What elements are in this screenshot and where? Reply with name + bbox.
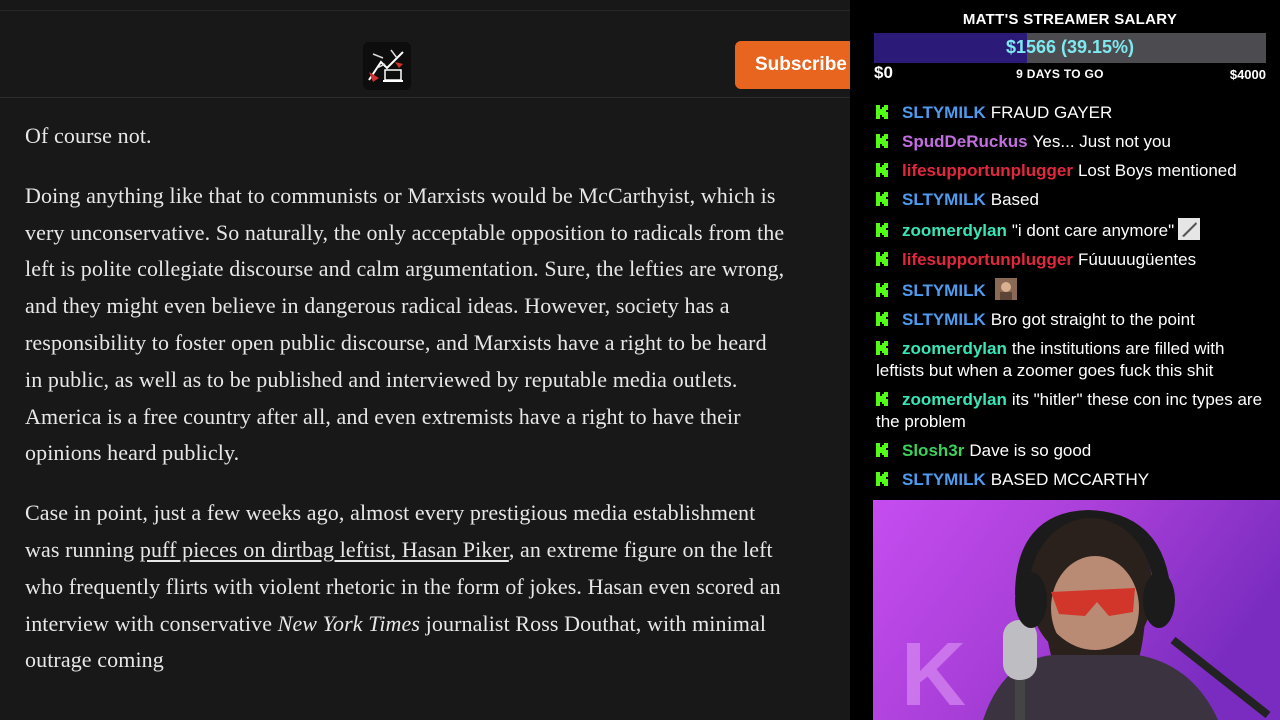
chat-message: SLTYMILK Based	[876, 189, 1274, 211]
stream-overlay: MATT'S STREAMER SALARY $1566 (39.15%) $0…	[850, 0, 1280, 720]
chat-message-text: BASED MCCARTHY	[990, 470, 1150, 489]
chat-message-text: Dave is so good	[969, 441, 1092, 460]
goal-progress-bar: $1566 (39.15%)	[874, 33, 1266, 63]
chat-message: zoomerdylan the institutions are filled w…	[876, 338, 1274, 382]
chat-username[interactable]: SLTYMILK	[902, 103, 986, 122]
chat-username[interactable]: lifesupportunplugger	[902, 161, 1073, 180]
article-paragraph: Doing anything like that to communists o…	[25, 182, 785, 466]
hasan-piker-link[interactable]: puff pieces on dirtbag leftist, Hasan Pi…	[140, 537, 509, 562]
chat-message-text: Fúuuuugüentes	[1077, 250, 1197, 269]
goal-max-label: $4000	[1229, 67, 1266, 82]
kick-badge-icon	[876, 472, 888, 486]
chat-message: SpudDeRuckus Yes... Just not you	[876, 131, 1274, 153]
chat-message: zoomerdylan its "hitler" these con inc ty…	[876, 389, 1274, 433]
chat-message-text: Bro got straight to the point	[990, 310, 1195, 329]
kick-badge-icon	[876, 312, 888, 326]
goal-days-remaining: 9 DAYS TO GO	[1016, 67, 1104, 81]
kick-badge-icon	[876, 341, 888, 355]
kick-badge-icon	[876, 252, 888, 266]
kick-badge-icon	[876, 223, 888, 237]
article-paragraph: Of course not.	[25, 123, 152, 148]
chat-message-text: Based	[990, 190, 1039, 209]
chat-message: zoomerdylan "i dont care anymore"	[876, 218, 1274, 242]
kick-badge-icon	[876, 443, 888, 457]
chat-message: SLTYMILK	[876, 278, 1274, 302]
chat-username[interactable]: zoomerdylan	[902, 390, 1007, 409]
kick-badge-icon	[876, 283, 888, 297]
chat-username[interactable]: SLTYMILK	[902, 470, 986, 489]
chat-message: lifesupportunplugger Fúuuuugüentes	[876, 249, 1274, 271]
chat-username[interactable]: SLTYMILK	[902, 190, 986, 209]
knife-emote	[1178, 218, 1201, 240]
kick-badge-icon	[876, 105, 888, 119]
face-emote	[994, 278, 1017, 300]
webcam-feed: K	[873, 500, 1280, 720]
chat-username[interactable]: SLTYMILK	[902, 281, 986, 300]
goal-amount: $1566 (39.15%)	[1005, 37, 1135, 57]
subscribe-button[interactable]: Subscribe	[735, 41, 850, 89]
chat-message: Slosh3r Dave is so good	[876, 440, 1274, 462]
chat-username[interactable]: zoomerdylan	[902, 339, 1007, 358]
chat-username[interactable]: lifesupportunplugger	[902, 250, 1073, 269]
publication-logo[interactable]	[363, 42, 411, 90]
publication-name: New York Times	[277, 610, 421, 636]
chat-username[interactable]: SLTYMILK	[902, 310, 986, 329]
article-pane: Subscribe Of course not. Doing anything …	[0, 0, 850, 720]
svg-text:K: K	[901, 625, 966, 720]
kick-badge-icon	[876, 163, 888, 177]
chat-message: SLTYMILK FRAUD GAYER	[876, 102, 1274, 124]
article-paragraph: Case in point, just a few weeks ago, alm…	[25, 495, 785, 679]
chat-message: lifesupportunplugger Lost Boys mentioned	[876, 160, 1274, 182]
chat-username[interactable]: SpudDeRuckus	[902, 132, 1028, 151]
chat-message: SLTYMILK BASED MCCARTHY	[876, 469, 1274, 491]
webcam-image: K	[873, 500, 1280, 720]
chat-message: SLTYMILK Bro got straight to the point	[876, 309, 1274, 331]
chat-feed: SLTYMILK FRAUD GAYER SpudDeRuckus Yes... Ju…	[876, 102, 1274, 498]
goal-min-label: $0	[874, 63, 893, 82]
chat-username[interactable]: Slosh3r	[902, 441, 964, 460]
chat-username[interactable]: zoomerdylan	[902, 221, 1007, 240]
goal-title: MATT'S STREAMER SALARY	[962, 11, 1178, 28]
kick-badge-icon	[876, 134, 888, 148]
publication-logo-image	[363, 42, 411, 90]
chat-message-text: FRAUD GAYER	[990, 103, 1113, 122]
publication-header: Subscribe	[0, 10, 850, 98]
article-body: Of course not. Doing anything like that …	[25, 118, 785, 702]
chat-message-text: Lost Boys mentioned	[1077, 161, 1237, 180]
chat-message-text: "i dont care anymore"	[1011, 221, 1175, 240]
chat-message-text: Yes... Just not you	[1032, 132, 1171, 151]
kick-badge-icon	[876, 192, 888, 206]
kick-badge-icon	[876, 392, 888, 406]
